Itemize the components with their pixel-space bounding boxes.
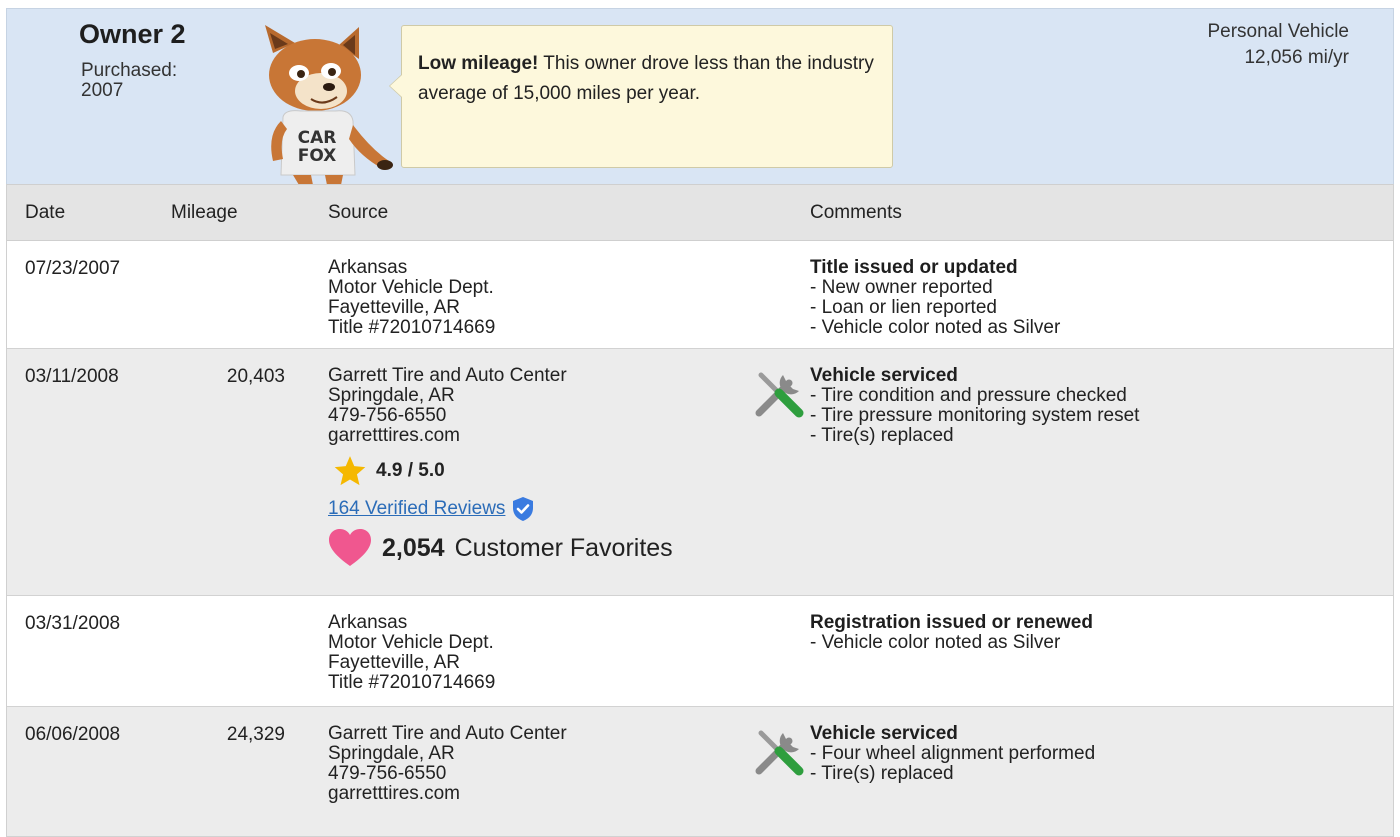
table-row: 06/06/2008 24,329 Garrett Tire and Auto … — [7, 707, 1393, 837]
comment-line: - Loan or lien reported — [810, 297, 997, 318]
source-line: Springdale, AR — [328, 385, 455, 406]
star-icon — [334, 456, 366, 486]
row-comments: Registration issued or renewed - Vehicle… — [810, 613, 1093, 653]
row-mileage: 20,403 — [226, 366, 285, 387]
verified-shield-icon — [513, 497, 534, 521]
reviews: 164 Verified Reviews — [328, 496, 673, 522]
comment-title: Title issued or updated — [810, 257, 1018, 278]
comment-line: - Four wheel alignment performed — [810, 743, 1096, 764]
source-line: 479-756-6550 — [328, 405, 447, 426]
comment-line: - Tire pressure monitoring system reset — [810, 405, 1140, 426]
row-source: Garrett Tire and Auto Center Springdale,… — [328, 366, 673, 568]
source-line: Garrett Tire and Auto Center — [328, 365, 567, 386]
row-source: Arkansas Motor Vehicle Dept. Fayettevill… — [328, 258, 495, 338]
comment-line: - Tire condition and pressure checked — [810, 385, 1127, 406]
favorites-label: Customer Favorites — [454, 534, 673, 562]
comment-title: Registration issued or renewed — [810, 612, 1093, 633]
table-row: 07/23/2007 Arkansas Motor Vehicle Dept. … — [7, 241, 1393, 349]
comment-line: - Vehicle color noted as Silver — [810, 317, 1061, 338]
rating-value: 4.9 / 5.0 — [376, 460, 445, 481]
wrench-screwdriver-icon — [755, 372, 804, 418]
owner-purchased-date: Purchased: 2007 — [81, 60, 178, 101]
comment-line: - Tire(s) replaced — [810, 763, 954, 784]
low-mileage-callout: Low mileage! This owner drove less than … — [389, 25, 893, 168]
row-source: Garrett Tire and Auto Center Springdale,… — [328, 724, 567, 804]
carfox-mascot-image: CAR FOX — [265, 25, 393, 185]
row-date: 03/11/2008 — [25, 366, 119, 387]
source-line: Title #72010714669 — [328, 317, 496, 338]
favorites-count: 2,054 — [382, 534, 445, 562]
comment-line: - New owner reported — [810, 277, 993, 298]
row-comments: Vehicle serviced - Tire condition and pr… — [810, 366, 1139, 446]
wrench-screwdriver-icon — [755, 730, 804, 776]
source-line: Arkansas — [328, 612, 408, 633]
source-line: Title #72010714669 — [328, 672, 496, 693]
shop-rating: 4.9 / 5.0 — [328, 456, 673, 486]
owner-header: Owner 2 Purchased: 2007 CAR FOX Low mile… — [6, 8, 1394, 185]
source-line: Arkansas — [328, 257, 408, 278]
table-header: Date Mileage Source Comments — [7, 184, 1393, 241]
header-mileage: Mileage — [171, 202, 238, 223]
comment-title: Vehicle serviced — [810, 365, 958, 386]
mileage-per-year: 12,056 mi/yr — [1244, 47, 1349, 68]
source-line: garretttires.com — [328, 783, 460, 804]
history-table: Date Mileage Source Comments 07/23/2007 … — [6, 184, 1394, 837]
header-date: Date — [25, 202, 66, 223]
callout-pointer — [389, 74, 402, 98]
vehicle-type: Personal Vehicle — [1207, 21, 1349, 42]
owner-title: Owner 2 — [79, 19, 186, 49]
source-line: Motor Vehicle Dept. — [328, 277, 494, 298]
callout-highlight: Low mileage! — [418, 53, 539, 74]
source-line: garretttires.com — [328, 425, 460, 446]
svg-text:FOX: FOX — [298, 146, 337, 166]
source-line: 479-756-6550 — [328, 763, 447, 784]
source-line: Fayetteville, AR — [328, 297, 460, 318]
verified-reviews-link[interactable]: 164 Verified Reviews — [328, 499, 505, 519]
source-line: Fayetteville, AR — [328, 652, 460, 673]
source-line: Springdale, AR — [328, 743, 455, 764]
row-source: Arkansas Motor Vehicle Dept. Fayettevill… — [328, 613, 495, 693]
row-comments: Title issued or updated - New owner repo… — [810, 258, 1060, 338]
table-row: 03/11/2008 20,403 Garrett Tire and Auto … — [7, 349, 1393, 596]
owner-meta: Personal Vehicle 12,056 mi/yr — [1207, 19, 1349, 71]
customer-favorites: 2,054 Customer Favorites — [328, 528, 673, 568]
source-line: Garrett Tire and Auto Center — [328, 723, 567, 744]
row-date: 06/06/2008 — [25, 724, 121, 745]
header-comments: Comments — [810, 202, 902, 223]
heart-icon — [329, 529, 371, 566]
comment-line: - Vehicle color noted as Silver — [810, 632, 1061, 653]
table-row: 03/31/2008 Arkansas Motor Vehicle Dept. … — [7, 596, 1393, 707]
row-mileage: 24,329 — [226, 724, 285, 745]
row-comments: Vehicle serviced - Four wheel alignment … — [810, 724, 1095, 784]
comment-line: - Tire(s) replaced — [810, 425, 954, 446]
source-line: Motor Vehicle Dept. — [328, 632, 494, 653]
svg-text:CAR: CAR — [298, 128, 337, 148]
row-date: 03/31/2008 — [25, 613, 121, 634]
header-source: Source — [328, 202, 389, 223]
comment-title: Vehicle serviced — [810, 723, 958, 744]
row-date: 07/23/2007 — [25, 258, 121, 279]
